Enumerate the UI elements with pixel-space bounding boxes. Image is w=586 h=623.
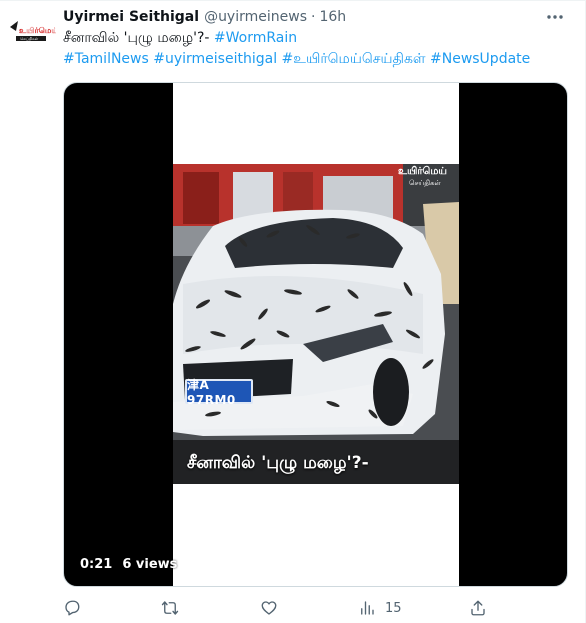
- video-watermark-subtitle: செய்திகள்: [409, 179, 441, 187]
- views-button[interactable]: 15: [358, 597, 402, 619]
- video-caption: சீனாவில் 'புழு மழை'?-: [187, 453, 369, 473]
- retweet-button[interactable]: [161, 597, 179, 619]
- reply-button[interactable]: [63, 597, 81, 619]
- author-name[interactable]: Uyirmei Seithigal: [63, 9, 199, 25]
- retweet-icon: [161, 601, 179, 615]
- video-frame: உயிர்மெய் செய்திகள் 津A 97RM0 சீனாவில் 'ப…: [173, 83, 459, 586]
- video-meta: 0:21 6 views: [80, 557, 177, 572]
- video-player[interactable]: உயிர்மெய் செய்திகள் 津A 97RM0 சீனாவில் 'ப…: [63, 82, 568, 587]
- tweet-text: சீனாவில் 'புழு மழை'?- #WormRain #TamilNe…: [63, 28, 573, 70]
- video-time: 0:21: [80, 557, 113, 572]
- svg-text:உயிர்மெய்: உயிர்மெய்: [19, 26, 56, 35]
- tweet-header: Uyirmei Seithigal @uyirmeinews · 16h: [63, 7, 565, 27]
- author-handle[interactable]: @uyirmeinews: [204, 9, 307, 25]
- avatar[interactable]: உயிர்மெய் செய்திகள்: [4, 9, 56, 61]
- like-button[interactable]: [260, 597, 278, 619]
- tweet-card[interactable]: உயிர்மெய் செய்திகள் Uyirmei Seithigal @u…: [0, 0, 586, 623]
- hashtag-wormrain[interactable]: #WormRain: [214, 30, 297, 46]
- hashtag-uyirmeiseithigal[interactable]: #uyirmeiseithigal: [153, 51, 277, 67]
- separator-dot: ·: [311, 9, 316, 25]
- hashtag-uyirmei-tamil[interactable]: #உயிர்மெய்செய்திகள்: [282, 51, 426, 67]
- heart-icon: [261, 601, 277, 615]
- share-button[interactable]: [469, 597, 487, 619]
- hashtag-tamilnews[interactable]: #TamilNews: [63, 51, 149, 67]
- tweet-text-line-1: சீனாவில் 'புழு மழை'?- #WormRain: [63, 28, 573, 49]
- tweet-actions: 15: [63, 597, 493, 619]
- uyirmei-logo-icon: உயிர்மெய் செய்திகள்: [4, 9, 56, 61]
- tweet-time[interactable]: 16h: [319, 9, 346, 25]
- share-icon: [471, 600, 485, 616]
- tweet-text-main: சீனாவில் 'புழு மழை'?-: [63, 30, 214, 46]
- more-options-icon[interactable]: [545, 9, 565, 25]
- video-views: 6 views: [122, 557, 178, 572]
- tweet-text-line-2: #TamilNews #uyirmeiseithigal #உயிர்மெய்ச…: [63, 49, 573, 70]
- views-count: 15: [385, 600, 402, 616]
- video-thumbnail-car-image: [173, 164, 459, 484]
- hashtag-newsupdate[interactable]: #NewsUpdate: [430, 51, 530, 67]
- analytics-icon: [361, 601, 374, 615]
- license-plate: 津A 97RM0: [185, 378, 253, 407]
- reply-icon: [65, 600, 80, 616]
- svg-text:செய்திகள்: செய்திகள்: [20, 36, 39, 41]
- video-watermark-title: உயிர்மெய்: [398, 166, 447, 177]
